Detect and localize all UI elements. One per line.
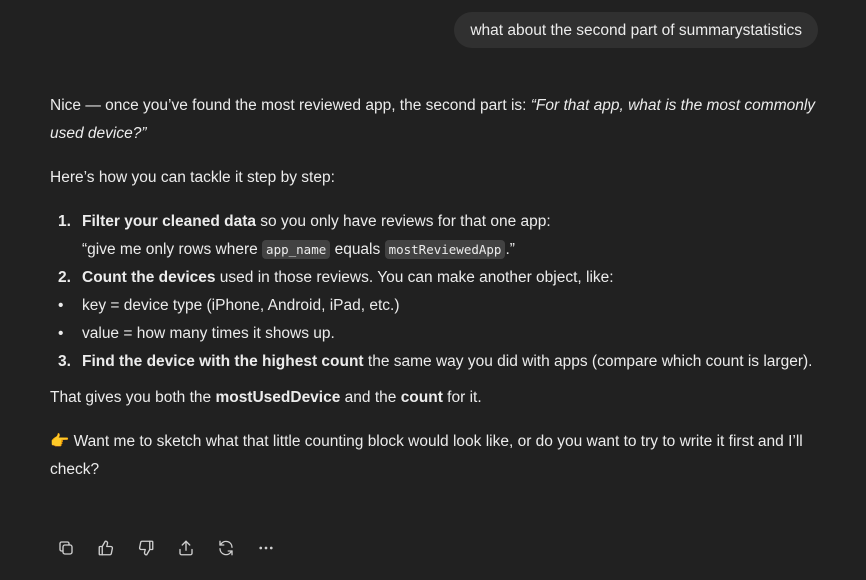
step-text: so you only have reviews for that one ap…	[256, 213, 551, 230]
steps-list: 1. Filter your cleaned data so you only …	[50, 208, 820, 376]
step-text: used in those reviews. You can make anot…	[215, 269, 614, 286]
summary-paragraph: That gives you both the mostUsedDevice a…	[50, 384, 820, 412]
intro-paragraph: Nice — once you’ve found the most review…	[50, 92, 820, 148]
thumbs-up-button[interactable]	[88, 536, 124, 560]
followup-paragraph: 👉 Want me to sketch what that little cou…	[50, 428, 820, 484]
step-title: Count the devices	[82, 269, 216, 286]
bullet-text: key = device type (iPhone, Android, iPad…	[82, 297, 400, 314]
inline-code: app_name	[262, 240, 331, 259]
step-sub-text: .”	[505, 241, 515, 258]
regenerate-icon	[219, 540, 233, 556]
inline-code: mostReviewedApp	[384, 240, 506, 259]
bullet-dot: •	[58, 297, 64, 314]
step-sub-text: “give me only rows where	[82, 241, 263, 258]
summary-text: and the	[340, 389, 401, 406]
step-title: Find the device with the highest count	[82, 353, 364, 370]
copy-button[interactable]	[48, 536, 84, 560]
share-button[interactable]	[168, 536, 204, 560]
user-message: what about the second part of summarysta…	[454, 12, 818, 48]
bullet-item: • value = how many times it shows up.	[50, 320, 820, 348]
step-3: 3. Find the device with the highest coun…	[50, 348, 820, 376]
summary-text: for it.	[442, 389, 482, 406]
step-number: 2.	[58, 269, 71, 286]
step-text: the same way you did with apps (compare …	[363, 353, 813, 370]
bullet-text: value = how many times it shows up.	[82, 325, 335, 342]
summary-bold: mostUsedDevice	[215, 389, 341, 406]
thumbs-up-icon	[98, 540, 114, 556]
pointing-hand-icon: 👉	[50, 433, 70, 450]
share-icon	[179, 540, 193, 556]
more-button[interactable]	[248, 536, 284, 560]
copy-icon	[59, 541, 73, 555]
more-icon	[259, 546, 273, 550]
bullet-dot: •	[58, 325, 64, 342]
step-sub-text: equals	[330, 241, 385, 258]
intro-text: Nice — once you’ve found the most review…	[50, 97, 531, 114]
step-number: 1.	[58, 213, 71, 230]
followup-text: Want me to sketch what that little count…	[50, 433, 803, 478]
summary-text: That gives you both the	[50, 389, 216, 406]
step-title: Filter your cleaned data	[82, 213, 256, 230]
bullet-item: • key = device type (iPhone, Android, iP…	[50, 292, 820, 320]
message-actions	[48, 536, 284, 560]
lead-paragraph: Here’s how you can tackle it step by ste…	[50, 169, 335, 186]
regenerate-button[interactable]	[208, 536, 244, 560]
summary-bold: count	[400, 389, 443, 406]
thumbs-down-icon	[138, 540, 154, 556]
step-1: 1. Filter your cleaned data so you only …	[50, 208, 820, 264]
step-number: 3.	[58, 353, 71, 370]
thumbs-down-button[interactable]	[128, 536, 164, 560]
assistant-message: Nice — once you’ve found the most review…	[50, 92, 820, 484]
step-2: 2. Count the devices used in those revie…	[50, 264, 820, 292]
